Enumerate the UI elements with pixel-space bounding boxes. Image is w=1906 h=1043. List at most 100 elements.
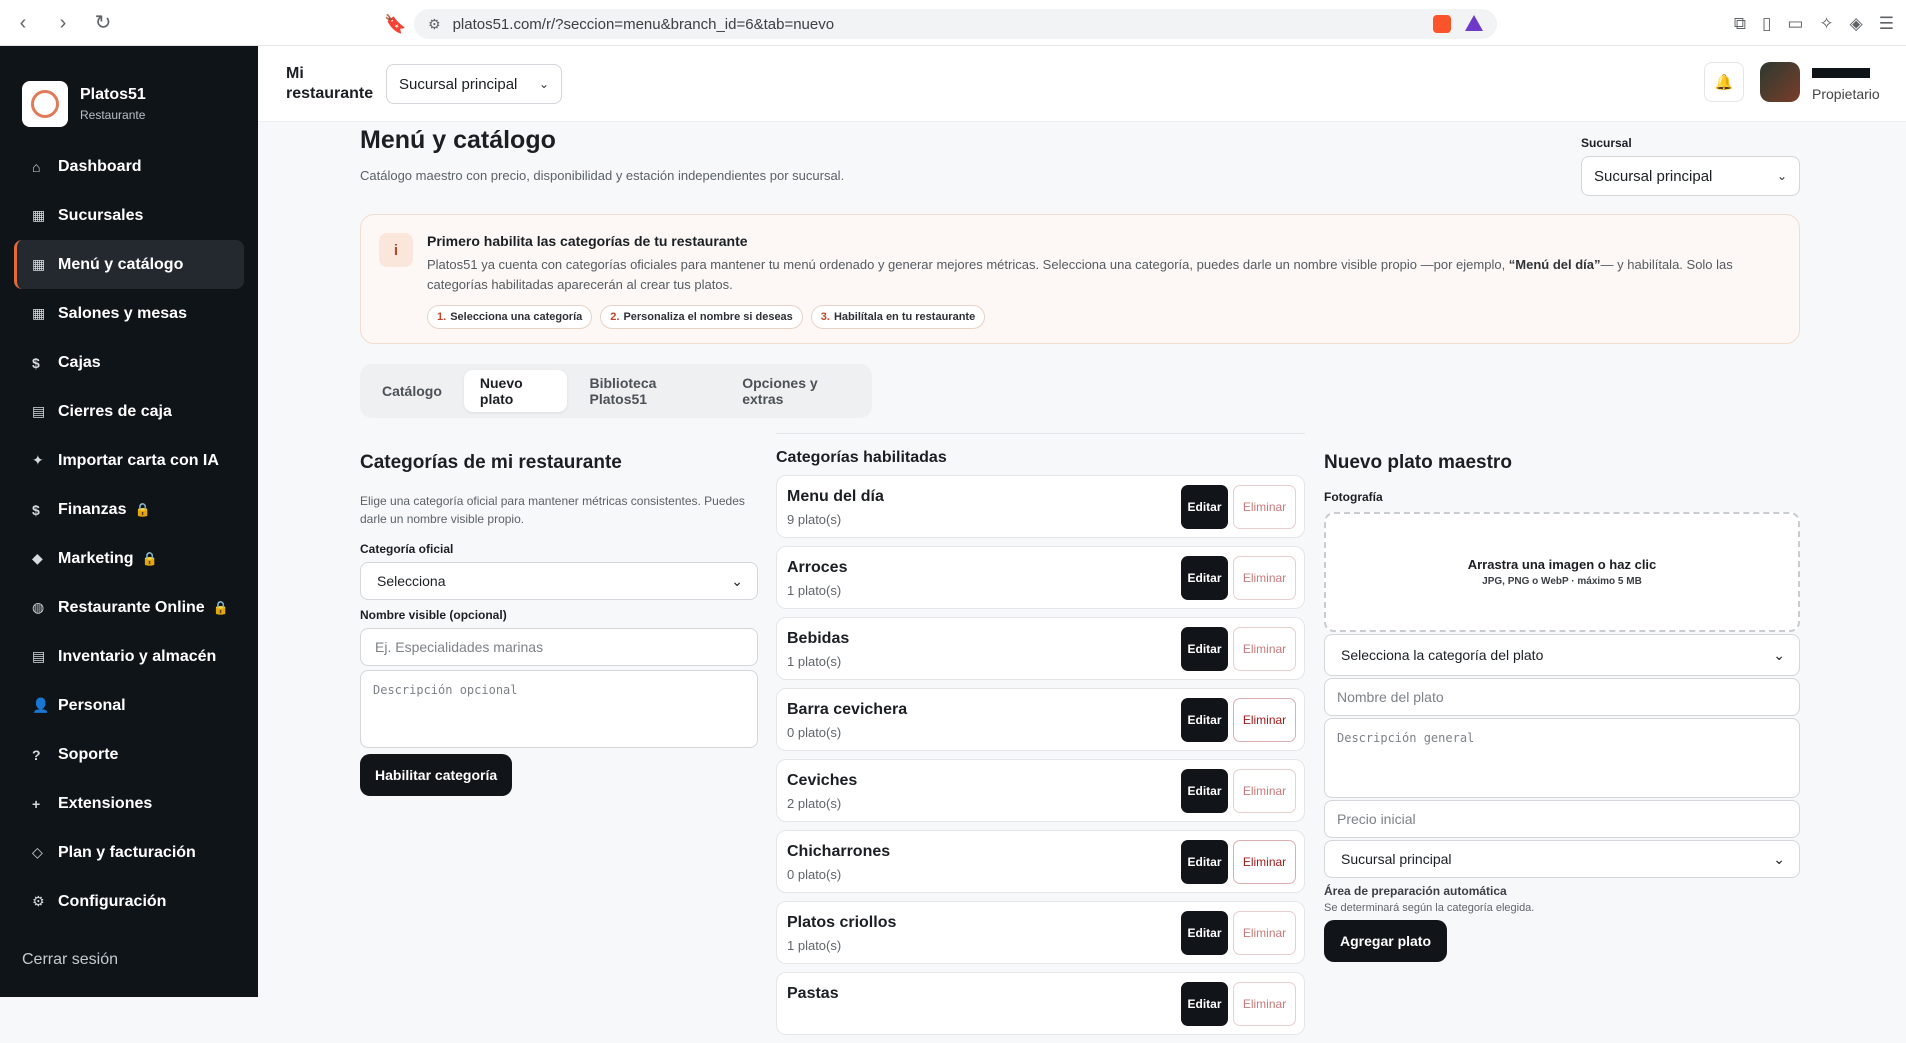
sidebar-item-personal[interactable]: 👤 Personal [14,681,244,730]
sidebar-item-cierres[interactable]: ▤ Cierres de caja [14,387,244,436]
address-bar[interactable]: ⚙ platos51.com/r/?seccion=menu&branch_id… [414,9,1497,39]
sidebar-item-sucursales[interactable]: ▦ Sucursales [14,191,244,240]
bookmark-icon[interactable]: 🔖 [384,14,406,35]
dish-category-select[interactable]: Selecciona la categoría del plato ⌄ [1324,634,1800,676]
lock-icon: 🔒 [212,599,229,615]
delete-button[interactable]: Eliminar [1233,840,1296,884]
category-count: 1 plato(s) [787,938,842,953]
delete-button[interactable]: Eliminar [1233,769,1296,813]
dish-price-input[interactable]: Precio inicial [1324,800,1800,838]
delete-button[interactable]: Eliminar [1233,556,1296,600]
dish-branch-select[interactable]: Sucursal principal ⌄ [1324,840,1800,878]
brave-rewards-icon[interactable] [1465,15,1483,31]
dish-description-input[interactable]: Descripción general [1324,718,1800,798]
tab-catalogo[interactable]: Catálogo [366,370,458,412]
back-icon[interactable]: ‹ [12,12,34,34]
sidebar-item-inventario[interactable]: ▤ Inventario y almacén [14,632,244,681]
enable-category-button[interactable]: Habilitar categoría [360,754,513,796]
sidebar-item-label: Configuración [58,892,167,910]
sidebar-item-extensiones[interactable]: + Extensiones [14,779,244,828]
grid-icon: ▦ [32,305,46,321]
leo-icon[interactable]: ✧ [1819,14,1833,34]
notice-text-part: Platos51 ya cuenta con categorías oficia… [427,257,1509,272]
category-count: 0 plato(s) [787,725,842,740]
extensions-icon[interactable]: ⧉ [1734,14,1746,34]
sidebar-item-finanzas[interactable]: $ Finanzas 🔒 [14,485,244,534]
logout-link[interactable]: Cerrar sesión [22,951,118,969]
notice-steps: 1. Selecciona una categoría 2. Personaliza… [427,305,986,329]
delete-button[interactable]: Eliminar [1233,698,1296,742]
edit-button[interactable]: Editar [1181,627,1228,671]
globe-icon: ◍ [32,599,45,615]
sidebar-item-importar[interactable]: ✦ Importar carta con IA [14,436,244,485]
official-category-select[interactable]: Selecciona ⌄ [360,562,758,600]
forward-icon[interactable]: › [52,12,74,34]
url-text[interactable]: platos51.com/r/?seccion=menu&branch_id=6… [453,16,835,33]
sidebar-item-configuracion[interactable]: ⚙ Configuración [14,877,244,926]
dollar-icon: $ [32,501,40,518]
sidebar-item-marketing[interactable]: ◆ Marketing 🔒 [14,534,244,583]
photo-dropzone[interactable]: Arrastra una imagen o haz clic JPG, PNG … [1324,512,1800,632]
visible-name-label: Nombre visible (opcional) [360,608,507,622]
edit-button[interactable]: Editar [1181,911,1228,955]
user-icon: 👤 [32,697,50,713]
brave-shield-icon[interactable] [1433,15,1451,33]
header-branch-select[interactable]: Sucursal principal ⌄ [386,64,562,104]
category-form: Categorías de mi restaurante Elige una c… [360,452,758,796]
edit-button[interactable]: Editar [1181,485,1228,529]
sidebar-item-plan[interactable]: ◇ Plan y facturación [14,828,244,877]
sidebar-item-soporte[interactable]: ? Soporte [14,730,244,779]
sparkle-icon: ✦ [32,452,44,468]
tab-opciones[interactable]: Opciones y extras [726,370,866,412]
list-item: Platos criollos 1 plato(s) Editar Elimin… [776,901,1305,964]
edit-button[interactable]: Editar [1181,840,1228,884]
add-dish-button[interactable]: Agregar plato [1324,920,1448,962]
edit-button[interactable]: Editar [1181,698,1228,742]
step-chip: 1. Selecciona una categoría [427,305,593,329]
delete-button[interactable]: Eliminar [1233,982,1296,1026]
reload-icon[interactable]: ↻ [92,12,114,34]
list-item: Arroces 1 plato(s) Editar Eliminar [776,546,1305,609]
edit-button[interactable]: Editar [1181,982,1228,1026]
visible-name-input[interactable]: Ej. Especialidades marinas [360,628,758,666]
wallet-icon[interactable]: ▭ [1787,14,1803,34]
sidebar-item-label: Marketing [58,549,134,567]
delete-button[interactable]: Eliminar [1233,485,1296,529]
category-name: Menu del día [787,488,884,505]
dish-category-value: Selecciona la categoría del plato [1341,647,1544,663]
category-form-title: Categorías de mi restaurante [360,452,622,473]
sidebar-item-cajas[interactable]: $ Cajas [14,338,244,387]
page-branch-select[interactable]: Sucursal principal ⌄ [1581,156,1800,196]
delete-button[interactable]: Eliminar [1233,911,1296,955]
bell-icon[interactable]: 🔔 [1704,62,1744,102]
edit-button[interactable]: Editar [1181,769,1228,813]
brand-name: Platos51 [80,86,146,103]
avatar[interactable] [1760,62,1800,102]
edit-button[interactable]: Editar [1181,556,1228,600]
dish-name-input[interactable]: Nombre del plato [1324,678,1800,716]
delete-button[interactable]: Eliminar [1233,627,1296,671]
tab-nuevo-plato[interactable]: Nuevo plato [463,370,568,412]
site-settings-icon[interactable]: ⚙ [428,16,441,33]
vpn-icon[interactable]: ◈ [1850,14,1863,34]
sidebar-toggle-icon[interactable]: ▯ [1762,14,1771,34]
category-description-input[interactable]: Descripción opcional [360,670,758,748]
sidebar-item-label: Sucursales [58,206,144,224]
sidebar-item-label: Restaurante Online [58,598,205,616]
branch-label: Sucursal [1581,136,1632,150]
header-branch-select-value: Sucursal principal [399,75,518,93]
list-item: Chicharrones 0 plato(s) Editar Eliminar [776,830,1305,893]
header-title-line1: Mi [286,65,304,82]
sidebar-item-salones[interactable]: ▦ Salones y mesas [14,289,244,338]
user-name-redacted [1812,68,1870,78]
menu-icon[interactable]: ☰ [1879,14,1894,34]
photo-formats: JPG, PNG o WebP · máximo 5 MB [1482,576,1642,587]
sidebar-item-dashboard[interactable]: ⌂ Dashboard [14,142,244,191]
user-role: Propietario [1812,86,1880,102]
sidebar-item-menu[interactable]: ▦ Menú y catálogo [14,240,244,289]
prep-area-help: Se determinará según la categoría elegid… [1324,902,1535,914]
sidebar-item-online[interactable]: ◍ Restaurante Online 🔒 [14,583,244,632]
step-chip: 3. Habilítala en tu restaurante [810,305,986,329]
tab-biblioteca[interactable]: Biblioteca Platos51 [573,370,720,412]
new-dish-form: Nuevo plato maestro Fotografía Arrastra … [1324,452,1800,962]
